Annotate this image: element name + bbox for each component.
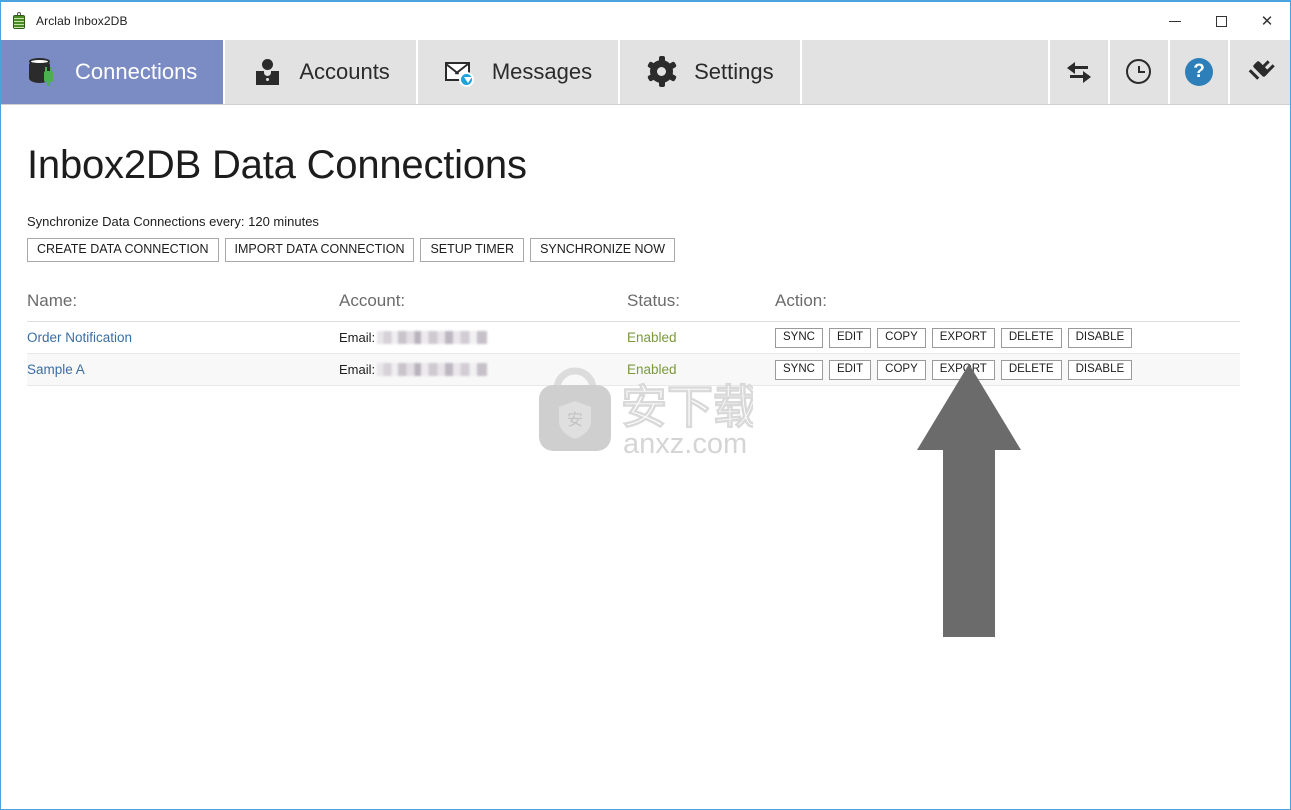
table-row: Order Notification Email: Enabled SYNC E… bbox=[27, 322, 1240, 354]
watermark-cjk: 安下载 bbox=[621, 380, 753, 434]
column-header-action: Action: bbox=[775, 291, 827, 310]
column-header-status: Status: bbox=[627, 291, 680, 310]
minimize-button[interactable] bbox=[1152, 2, 1198, 40]
app-window: Arclab Inbox2DB ✕ Connections Accounts M… bbox=[0, 0, 1291, 810]
ribbon-spacer bbox=[801, 40, 1050, 104]
connection-name-cell: Order Notification bbox=[27, 329, 339, 347]
account-label: Email: bbox=[339, 330, 376, 345]
import-data-connection-button[interactable]: IMPORT DATA CONNECTION bbox=[224, 238, 415, 262]
page-title: Inbox2DB Data Connections bbox=[27, 143, 527, 187]
delete-button[interactable]: DELETE bbox=[1000, 327, 1062, 348]
arrow-graphic bbox=[917, 364, 1021, 637]
column-header-account: Account: bbox=[339, 291, 406, 310]
close-icon: ✕ bbox=[1260, 11, 1274, 30]
redacted-email bbox=[377, 331, 488, 344]
help-glyph: ? bbox=[1185, 58, 1213, 86]
connection-actions-cell: SYNC EDIT COPY EXPORT DELETE DISABLE bbox=[775, 327, 1240, 348]
help-tool-button[interactable]: ? bbox=[1170, 40, 1230, 104]
export-button[interactable]: EXPORT bbox=[931, 359, 995, 380]
watermark-badge-char: 安 bbox=[567, 410, 583, 429]
envelope-download-icon bbox=[444, 56, 476, 88]
minimize-icon bbox=[1169, 20, 1181, 22]
edit-button[interactable]: EDIT bbox=[828, 327, 872, 348]
tab-connections-label: Connections bbox=[75, 59, 198, 84]
watermark-site: anxz.com bbox=[623, 428, 747, 460]
connections-table: Name: Account: Status: Action: Order Not… bbox=[27, 291, 1240, 386]
database-plug-icon bbox=[27, 56, 59, 88]
plug-icon bbox=[1245, 57, 1275, 87]
sync-button[interactable]: SYNC bbox=[775, 359, 823, 380]
tab-ribbon: Connections Accounts Messages Settings ? bbox=[1, 40, 1290, 105]
connection-link-sample-a[interactable]: Sample A bbox=[27, 362, 85, 377]
redacted-email bbox=[377, 363, 488, 376]
table-header-row: Name: Account: Status: Action: bbox=[27, 291, 1240, 322]
connection-status-cell: Enabled bbox=[627, 362, 677, 377]
sync-button[interactable]: SYNC bbox=[775, 327, 823, 348]
connection-account-cell: Email: bbox=[339, 330, 627, 345]
copy-button[interactable]: COPY bbox=[877, 359, 926, 380]
gear-icon bbox=[646, 56, 678, 88]
account-label: Email: bbox=[339, 362, 376, 377]
sync-interval-note: Synchronize Data Connections every: 120 … bbox=[27, 214, 319, 229]
page-toolbar: CREATE DATA CONNECTION IMPORT DATA CONNE… bbox=[27, 238, 1264, 262]
connection-name-cell: Sample A bbox=[27, 361, 339, 379]
export-button[interactable]: EXPORT bbox=[931, 327, 995, 348]
main-content: Inbox2DB Data Connections Synchronize Da… bbox=[1, 143, 1290, 386]
disable-button[interactable]: DISABLE bbox=[1067, 359, 1133, 380]
app-database-icon bbox=[10, 12, 28, 30]
table-row: Sample A Email: Enabled SYNC EDIT COPY E… bbox=[27, 354, 1240, 386]
history-tool-button[interactable] bbox=[1110, 40, 1170, 104]
up-arrow-annotation bbox=[891, 360, 1051, 645]
connection-status-cell: Enabled bbox=[627, 330, 677, 345]
clock-icon bbox=[1124, 57, 1154, 87]
edit-button[interactable]: EDIT bbox=[828, 359, 872, 380]
sync-tool-button[interactable] bbox=[1050, 40, 1110, 104]
tab-settings-label: Settings bbox=[694, 59, 774, 84]
title-bar: Arclab Inbox2DB ✕ bbox=[1, 2, 1290, 40]
disable-button[interactable]: DISABLE bbox=[1067, 327, 1133, 348]
window-title: Arclab Inbox2DB bbox=[36, 14, 128, 28]
maximize-button[interactable] bbox=[1198, 2, 1244, 40]
connection-actions-cell: SYNC EDIT COPY EXPORT DELETE DISABLE bbox=[775, 359, 1240, 380]
tab-settings[interactable]: Settings bbox=[620, 40, 802, 104]
close-button[interactable]: ✕ bbox=[1244, 2, 1290, 40]
tab-messages-label: Messages bbox=[491, 59, 593, 84]
maximize-icon bbox=[1215, 15, 1227, 27]
tab-accounts-label: Accounts bbox=[299, 59, 390, 84]
tab-messages[interactable]: Messages bbox=[417, 40, 621, 104]
create-data-connection-button[interactable]: CREATE DATA CONNECTION bbox=[27, 238, 219, 262]
window-controls: ✕ bbox=[1152, 2, 1290, 40]
help-icon: ? bbox=[1184, 57, 1214, 87]
delete-button[interactable]: DELETE bbox=[1000, 359, 1062, 380]
tab-accounts[interactable]: Accounts bbox=[225, 40, 418, 104]
tab-connections[interactable]: Connections bbox=[1, 40, 226, 104]
connection-account-cell: Email: bbox=[339, 362, 627, 377]
person-icon bbox=[251, 56, 283, 88]
plugin-tool-button[interactable] bbox=[1230, 40, 1290, 104]
synchronize-now-button[interactable]: SYNCHRONIZE NOW bbox=[530, 238, 676, 262]
connection-link-order-notification[interactable]: Order Notification bbox=[27, 330, 132, 345]
setup-timer-button[interactable]: SETUP TIMER bbox=[420, 238, 525, 262]
copy-button[interactable]: COPY bbox=[877, 327, 926, 348]
column-header-name: Name: bbox=[27, 291, 78, 310]
sync-arrows-icon bbox=[1064, 57, 1094, 87]
